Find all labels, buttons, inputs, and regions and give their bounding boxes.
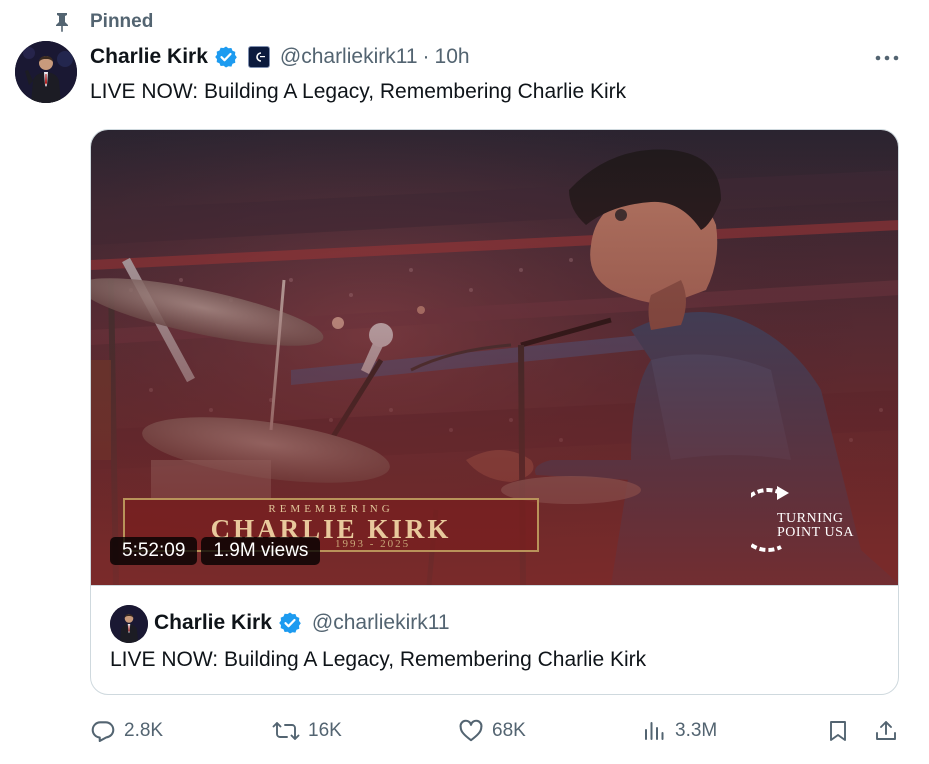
timestamp[interactable]: 10h (435, 45, 470, 69)
heart-icon (458, 718, 484, 744)
video-duration: 5:52:09 (110, 537, 198, 565)
reply-count: 2.8K (124, 720, 164, 741)
author-handle[interactable]: @charliekirk11 (280, 45, 418, 69)
post-text: LIVE NOW: Building A Legacy, Remembering… (90, 80, 627, 103)
quote-text: LIVE NOW: Building A Legacy, Remembering… (110, 648, 647, 671)
more-options-icon[interactable] (875, 48, 899, 68)
author-name[interactable]: Charlie Kirk (90, 45, 208, 69)
video-overlay: 5:52:09 1.9M views (110, 537, 321, 565)
turning-point-logo: TURNING POINT USA (751, 485, 863, 555)
share-button[interactable] (874, 714, 898, 748)
logo-line-1: TURNING (777, 511, 844, 526)
like-button[interactable]: 68K (458, 714, 526, 748)
video-player[interactable]: REMEMBERING CHARLIE KIRK 1993 - 2025 TUR… (91, 130, 898, 585)
quoted-post[interactable]: Charlie Kirk @charliekirk11 LIVE NOW: Bu… (91, 585, 898, 694)
quote-author-name[interactable]: Charlie Kirk (154, 611, 272, 635)
repost-count: 16K (308, 720, 342, 741)
pinned-label: Pinned (90, 11, 154, 32)
verified-badge-icon[interactable] (278, 611, 302, 635)
like-count: 68K (492, 720, 526, 741)
logo-line-2: POINT USA (777, 525, 854, 540)
analytics-icon (643, 718, 667, 744)
views-count: 3.3M (675, 720, 718, 741)
quote-header: Charlie Kirk @charliekirk11 (154, 608, 450, 638)
pin-icon (52, 12, 72, 32)
separator: · (422, 45, 430, 68)
repost-button[interactable]: 16K (272, 714, 342, 748)
repost-icon (272, 718, 300, 744)
quoted-post-card[interactable]: REMEMBERING CHARLIE KIRK 1993 - 2025 TUR… (90, 129, 899, 695)
verified-badge-icon[interactable] (214, 45, 238, 69)
views-button[interactable]: 3.3M (643, 714, 717, 748)
reply-button[interactable]: 2.8K (90, 714, 163, 748)
video-views: 1.9M views (201, 537, 321, 565)
action-bar: 2.8K 16K 68K 3.3M (90, 714, 902, 748)
quote-author-handle[interactable]: @charliekirk11 (312, 611, 450, 635)
affiliate-badge-icon[interactable] (247, 46, 270, 68)
reply-icon (90, 718, 116, 744)
share-icon (874, 718, 898, 744)
pinned-indicator: Pinned (52, 9, 153, 35)
post-header: Charlie Kirk @charliekirk11 · 10h (90, 42, 470, 72)
bookmark-button[interactable] (826, 714, 850, 748)
quote-avatar[interactable] (110, 605, 148, 643)
banner-years: 1993 - 2025 (335, 538, 411, 550)
avatar[interactable] (15, 41, 77, 103)
bookmark-icon (826, 718, 850, 744)
